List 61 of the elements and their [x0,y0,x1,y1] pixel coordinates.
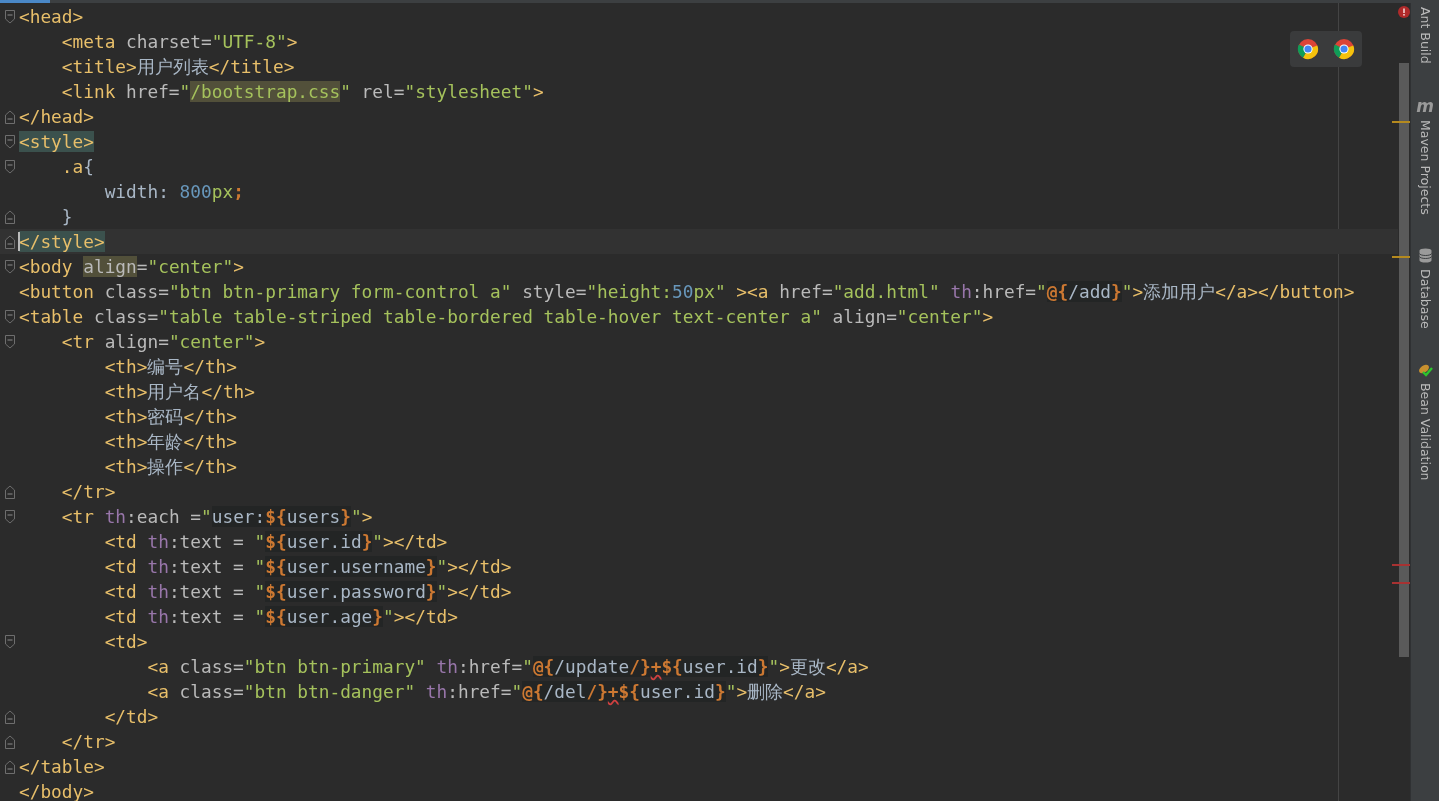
fold-icon[interactable] [4,309,15,324]
fold-end-icon[interactable] [4,759,15,774]
code-line: <th>用户名</th> [104,380,255,403]
code-line: <td> [104,630,148,653]
browser-icon[interactable] [1333,38,1355,60]
fold-icon[interactable] [4,634,15,649]
code-line: <a class="btn btn-primary" th:href="@{/update/}+${user.id}">更改</a> [147,655,869,678]
scrollbar-thumb[interactable] [1399,63,1409,657]
fold-icon[interactable] [4,159,15,174]
bean-check-icon [1417,363,1433,378]
code-line: <th>编号</th> [104,355,237,378]
fold-icon[interactable] [4,509,15,524]
fold-icon[interactable] [4,334,15,349]
code-line: </head> [19,105,94,128]
code-line: <td th:text = "${user.age}"></td> [104,605,458,628]
warning-marker[interactable] [1392,121,1410,123]
browser-icon[interactable] [1297,38,1319,60]
fold-end-icon[interactable] [4,484,15,499]
code-line: </tr> [61,480,116,503]
code-line: <table class="table table-striped table-bordered table-hover text-center a" align="center"> [19,305,994,328]
text-caret [18,232,20,251]
code-line: </body> [19,780,94,801]
code-line: <td th:text = "${user.password}"></td> [104,580,512,603]
code-line: <button class="btn btn-primary form-control a" style="height:50px" ><a href="add.html" th:href="@{/add}">添加用户</a></button> [19,280,1355,303]
fold-end-icon[interactable] [4,234,15,249]
code-line: <body align="center"> [19,255,244,278]
tool-window-tab[interactable]: Ant Build [1417,7,1433,64]
fold-end-icon[interactable] [4,109,15,124]
code-line: } [61,205,73,228]
database-icon [1418,248,1432,264]
code-line: </table> [19,755,105,778]
code-line: <th>操作</th> [104,455,237,478]
code-line: <th>密码</th> [104,405,237,428]
code-line: <link href="/bootstrap.css" rel="stylesheet"> [61,80,544,103]
fold-end-icon[interactable] [4,209,15,224]
tool-window-tab[interactable]: Database [1417,269,1433,330]
code-line: <tr align="center"> [61,330,266,353]
fold-end-icon[interactable] [4,709,15,724]
tool-window-tab[interactable]: Maven Projects [1417,119,1433,215]
warning-marker[interactable] [1392,256,1410,258]
fold-icon[interactable] [4,134,15,149]
fold-icon[interactable] [4,259,15,274]
code-line: <td th:text = "${user.username}"></td> [104,555,512,578]
code-line: <tr th:each ="user:${users}"> [61,505,373,528]
code-line: width: 800px; [104,180,244,203]
error-marker[interactable] [1392,564,1410,566]
code-line: <title>用户列表</title> [61,55,295,78]
maven-icon: m [1416,97,1434,114]
code-line: <a class="btn btn-danger" th:href="@{/del/}+${user.id}">删除</a> [147,680,826,703]
code-line: .a{ [61,155,94,178]
fold-icon[interactable] [4,9,15,24]
code-line: <head> [19,5,84,28]
tool-window-tab[interactable]: Bean Validation [1417,383,1433,481]
error-icon[interactable] [1398,6,1410,18]
code-line: </td> [104,705,159,728]
fold-end-icon[interactable] [4,734,15,749]
error-marker[interactable] [1392,582,1410,584]
code-line: <th>年龄</th> [104,430,237,453]
code-line: <td th:text = "${user.id}"></td> [104,530,448,553]
code-line: </tr> [61,730,116,753]
code-line: <meta charset="UTF-8"> [61,30,298,53]
